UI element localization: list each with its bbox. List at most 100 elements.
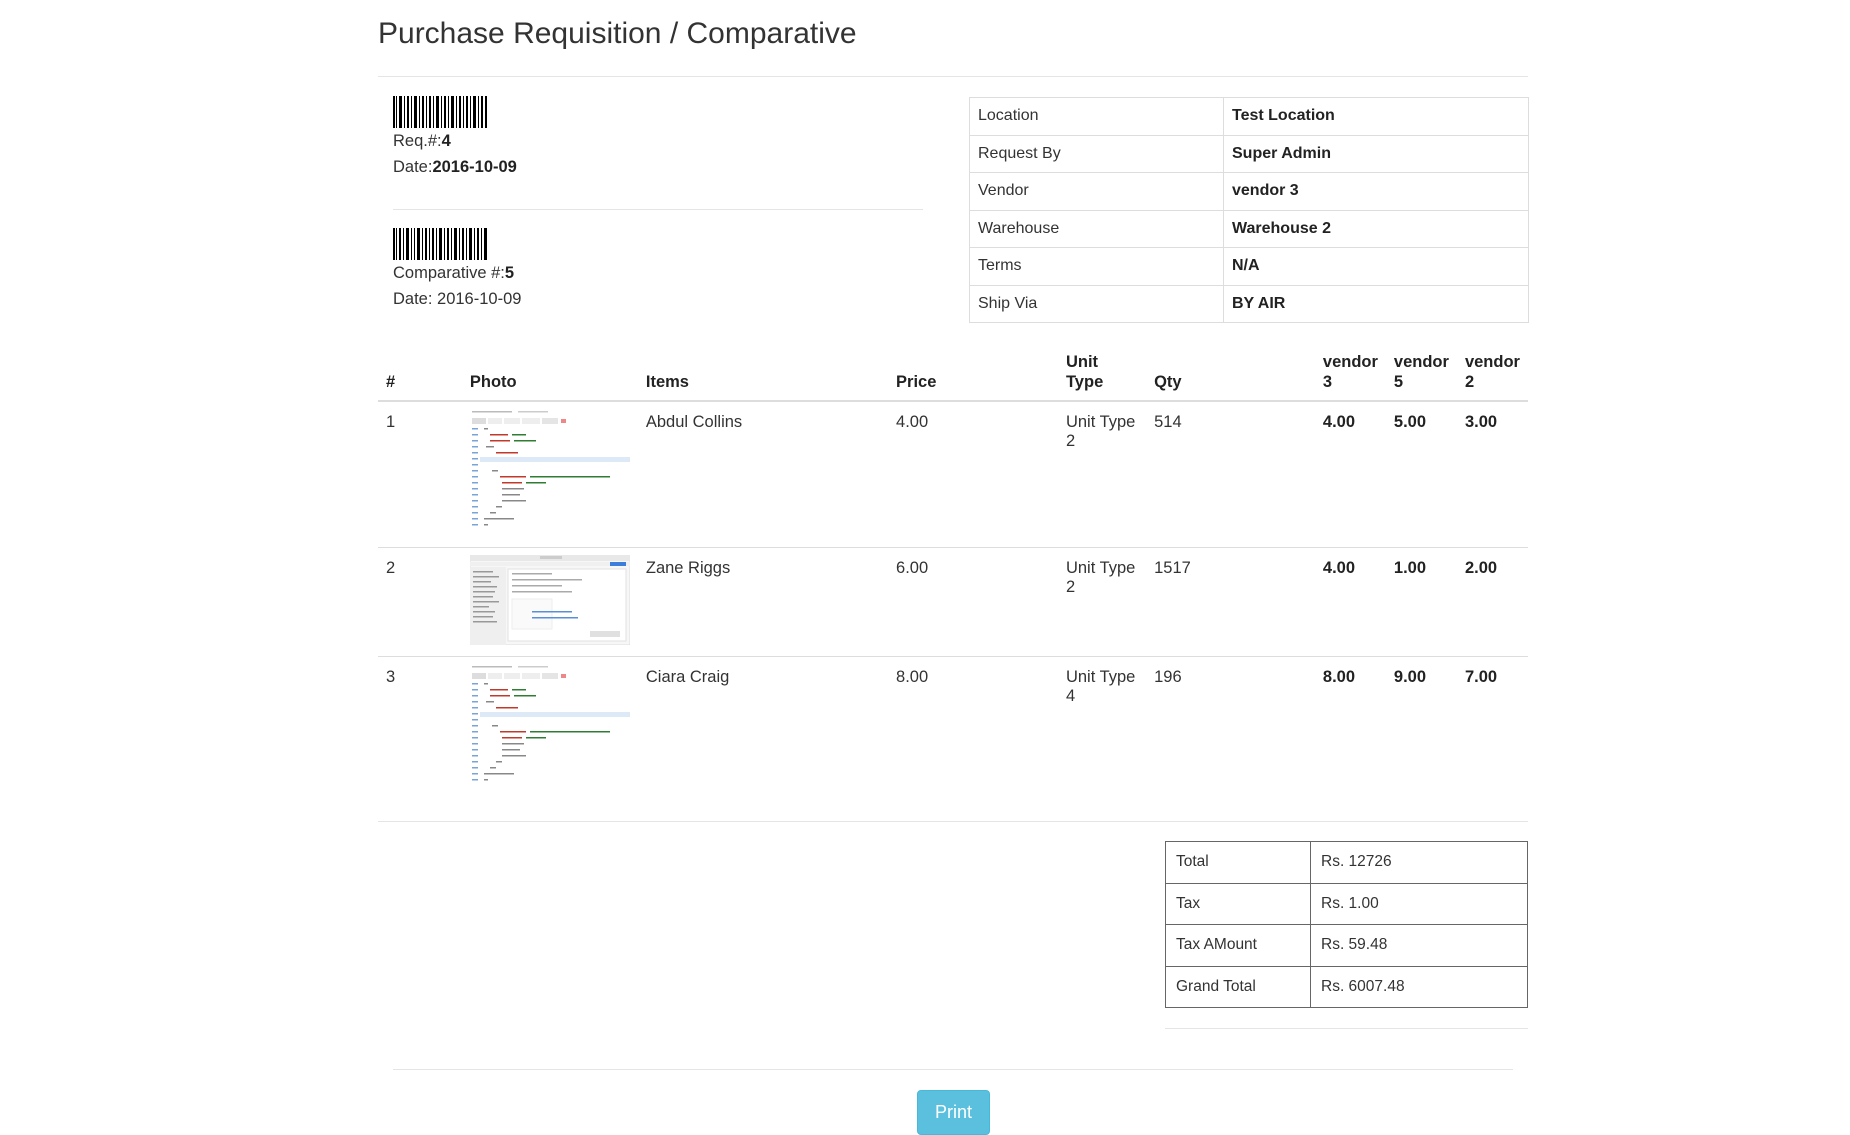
vendor-5-price: 9.00	[1385, 655, 1457, 795]
req-date-label: Date:	[393, 158, 433, 176]
info-row: Warehouse Warehouse 2	[969, 209, 1529, 248]
totals-value: Rs. 59.48	[1310, 924, 1528, 967]
requisition-number: Req.#:4	[393, 128, 933, 154]
vendor-2-price: 7.00	[1456, 655, 1528, 795]
divider	[393, 209, 923, 210]
requisition-info-table: Location Test Location Request By Super Ad…	[969, 97, 1529, 323]
row-number: 1	[386, 413, 396, 431]
requisition-date: Date:2016-10-09	[393, 154, 933, 180]
divider	[378, 821, 1528, 822]
item-qty: 514	[1154, 413, 1182, 431]
comparative-number: Comparative #:5	[393, 260, 933, 286]
column-header: vendor 5	[1385, 345, 1457, 402]
totals-row: Total Rs. 12726	[1165, 841, 1528, 884]
table-row: 1 Abdul Collins 4.00 Unit Type 2 514 4.0…	[378, 401, 1528, 547]
item-photo-cell	[461, 655, 638, 795]
vendor-3-price: 4.00	[1314, 546, 1386, 656]
column-header: Items	[637, 345, 889, 402]
totals-label: Tax AMount	[1165, 924, 1311, 967]
info-value: Super Admin	[1223, 134, 1529, 173]
column-header: vendor 3	[1314, 345, 1386, 402]
item-price: 4.00	[896, 413, 929, 431]
column-header: #	[378, 345, 462, 402]
comparative-date: Date: 2016-10-09	[393, 286, 933, 312]
info-label: Vendor	[969, 172, 1224, 211]
totals-row: Tax AMount Rs. 59.48	[1165, 924, 1528, 967]
table-row: 2 Zane Riggs 6.00 Unit Type 2 1517 4.00 …	[378, 546, 1528, 656]
info-value: BY AIR	[1223, 284, 1529, 323]
item-qty: 196	[1146, 655, 1315, 795]
column-header: vendor 2	[1456, 345, 1528, 402]
items-table: # Photo Items Price Unit Type Qty vendor…	[378, 345, 1528, 795]
table-header-row: # Photo Items Price Unit Type Qty vendor…	[378, 345, 1528, 402]
vendor-5-price: 5.00	[1393, 413, 1427, 431]
item-name: Zane Riggs	[637, 546, 889, 656]
row-number: 2	[378, 546, 462, 656]
vendor-3-price: 8.00	[1314, 655, 1386, 795]
print-button[interactable]: Print	[917, 1090, 990, 1135]
divider	[378, 76, 1528, 77]
item-unit-type: Unit Type 2	[1057, 546, 1147, 656]
info-row: Ship Via BY AIR	[969, 284, 1529, 323]
vendor-2-price: 3.00	[1464, 413, 1498, 431]
info-label: Terms	[969, 247, 1224, 286]
item-unit-type: Unit Type 2	[1065, 413, 1136, 450]
comp-value: 5	[504, 264, 515, 282]
requisition-block: Req.#:4 Date:2016-10-09	[393, 96, 933, 180]
totals-row: Tax Rs. 1.00	[1165, 882, 1528, 925]
info-value: N/A	[1223, 247, 1529, 286]
info-value: Warehouse 2	[1223, 209, 1529, 248]
item-photo	[469, 663, 630, 784]
req-date-value: 2016-10-09	[432, 158, 517, 176]
item-photo	[469, 554, 630, 645]
comparative-barcode	[393, 228, 487, 260]
column-header: Unit Type	[1057, 345, 1147, 402]
totals-label: Tax	[1165, 882, 1311, 925]
table-row: 3 Ciara Craig 8.00 Unit Type 4 196 8.00 …	[378, 655, 1528, 795]
info-value: vendor 3	[1223, 172, 1529, 211]
info-row: Request By Super Admin	[969, 134, 1529, 173]
divider	[1165, 1028, 1528, 1029]
item-unit-type: Unit Type 4	[1057, 655, 1147, 795]
vendor-2-price: 2.00	[1456, 546, 1528, 656]
req-value: 4	[441, 132, 451, 150]
info-label: Request By	[969, 134, 1224, 173]
column-header: Qty	[1146, 345, 1315, 402]
comparative-block: Comparative #:5 Date: 2016-10-09	[393, 228, 933, 312]
info-row: Terms N/A	[969, 247, 1529, 286]
totals-label: Grand Total	[1165, 965, 1311, 1008]
info-row: Vendor vendor 3	[969, 172, 1529, 211]
info-label: Ship Via	[969, 284, 1224, 323]
totals-label: Total	[1165, 841, 1311, 884]
comp-date-label: Date:	[393, 290, 438, 308]
item-name: Ciara Craig	[637, 655, 889, 795]
vendor-3-price: 4.00	[1322, 413, 1356, 431]
totals-value: Rs. 1.00	[1310, 882, 1528, 925]
info-label: Warehouse	[969, 209, 1224, 248]
comp-date-value: 2016-10-09	[437, 290, 522, 308]
info-label: Location	[969, 97, 1224, 136]
info-row: Location Test Location	[969, 97, 1529, 136]
item-name: Abdul Collins	[645, 413, 743, 431]
divider	[393, 1069, 1513, 1070]
item-qty: 1517	[1146, 546, 1315, 656]
totals-value: Rs. 6007.48	[1310, 965, 1528, 1008]
totals-row: Grand Total Rs. 6007.48	[1165, 965, 1528, 1008]
req-label: Req.#:	[393, 132, 442, 150]
item-price: 6.00	[888, 546, 1058, 656]
requisition-barcode	[393, 96, 487, 128]
item-price: 8.00	[888, 655, 1058, 795]
item-photo-cell	[462, 401, 638, 547]
comp-label: Comparative #:	[393, 264, 505, 282]
column-header: Photo	[461, 345, 638, 402]
totals-value: Rs. 12726	[1310, 841, 1528, 884]
info-value: Test Location	[1223, 97, 1529, 136]
page: Purchase Requisition / Comparative Req.#…	[0, 0, 1850, 1135]
item-photo	[469, 409, 630, 529]
vendor-5-price: 1.00	[1385, 546, 1457, 656]
item-photo-cell	[461, 546, 638, 656]
totals-table: Total Rs. 12726 Tax Rs. 1.00 Tax AMount Rs.…	[1165, 841, 1528, 1008]
row-number: 3	[378, 655, 462, 795]
page-title: Purchase Requisition / Comparative	[378, 17, 857, 50]
column-header: Price	[888, 345, 1058, 402]
